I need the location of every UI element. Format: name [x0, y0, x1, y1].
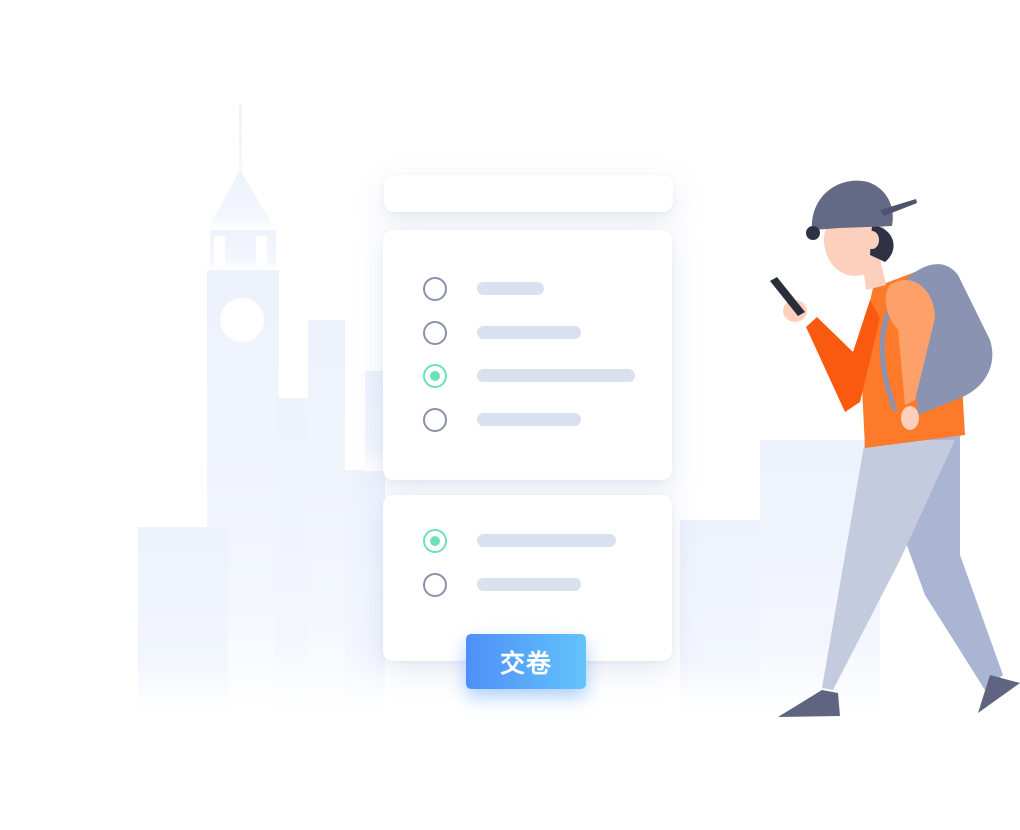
option-label-placeholder: [477, 369, 635, 382]
question-card-1: [383, 230, 672, 480]
option-2[interactable]: [383, 318, 672, 348]
option-label-placeholder: [477, 578, 581, 591]
radio-unselected-icon[interactable]: [423, 277, 447, 301]
radio-selected-icon[interactable]: [423, 364, 447, 388]
option-label-placeholder: [477, 326, 581, 339]
option-1[interactable]: [383, 526, 672, 556]
option-2[interactable]: [383, 570, 672, 600]
radio-unselected-icon[interactable]: [423, 573, 447, 597]
option-label-placeholder: [477, 413, 581, 426]
submit-button[interactable]: 交卷: [466, 634, 586, 689]
option-3[interactable]: [383, 361, 672, 391]
survey-title-bar: [384, 175, 673, 212]
radio-unselected-icon[interactable]: [423, 408, 447, 432]
radio-selected-icon[interactable]: [423, 529, 447, 553]
radio-unselected-icon[interactable]: [423, 321, 447, 345]
option-label-placeholder: [477, 282, 544, 295]
option-label-placeholder: [477, 534, 616, 547]
person-with-phone-illustration: [770, 180, 1020, 717]
option-1[interactable]: [383, 274, 672, 304]
option-4[interactable]: [383, 405, 672, 435]
